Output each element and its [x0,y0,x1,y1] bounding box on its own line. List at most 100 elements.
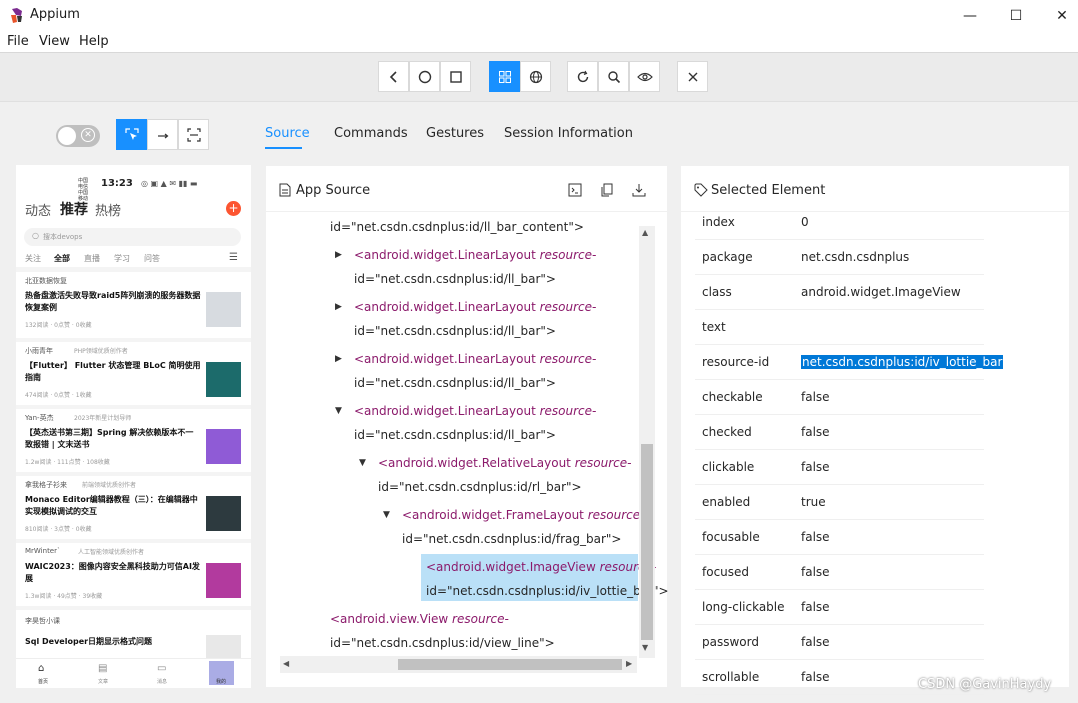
back-button[interactable] [378,61,409,92]
xml-attr-value: id="net.csdn.csdnplus:id/ll_bar"> [354,428,556,442]
feed-author: 小雨青年 [25,347,53,355]
refresh-icon [577,70,588,82]
feed-thumbnail [206,362,241,397]
xml-attr-value: id="net.csdn.csdnplus:id/iv_lottie_bar"> [426,584,669,598]
source-node-line[interactable]: id="net.csdn.csdnplus:id/ll_bar"> [354,324,556,338]
xml-tag: <android.view.View [330,612,449,626]
terminal-icon[interactable] [568,183,582,197]
maximize-button[interactable]: ☐ [993,0,1039,32]
source-node-line[interactable]: <android.view.View resource- [330,612,509,626]
tab-gestures[interactable]: Gestures [426,126,484,141]
source-node-line[interactable]: id="net.csdn.csdnplus:id/ll_bar_content"… [330,220,584,234]
attribute-value[interactable]: android.widget.ImageView [801,285,961,299]
xml-tag: <android.widget.LinearLayout [354,352,536,366]
swipe-mode-button[interactable] [147,119,178,150]
tab-source[interactable]: Source [265,126,310,141]
attribute-name: clickable [702,460,755,474]
scroll-left-icon[interactable]: ◀ [283,659,289,668]
feed-meta: 1.3w阅读 · 49点赞 · 39收藏 [25,593,103,600]
attribute-value[interactable]: net.csdn.csdnplus [801,250,909,264]
scroll-up-icon[interactable]: ▲ [642,228,648,237]
source-node-line[interactable]: <android.widget.LinearLayout resource- [354,352,596,366]
native-app-mode-button[interactable] [489,61,520,92]
select-elements-button[interactable] [116,119,147,150]
xml-tag: <android.widget.LinearLayout [354,300,536,314]
feed-thumbnail [206,563,241,598]
app-switch-button[interactable] [440,61,471,92]
attribute-row: long-clickable false [695,590,984,625]
attribute-row: resource-id net.csdn.csdnplus:id/iv_lotti… [695,345,1004,380]
attribute-row: index 0 [695,205,984,240]
xml-attr-value: id="net.csdn.csdnplus:id/ll_bar"> [354,324,556,338]
horizontal-scroll-thumb[interactable] [398,659,622,670]
download-icon[interactable] [632,183,646,197]
home-button[interactable] [409,61,440,92]
xml-attr: resource- [583,508,645,522]
source-node-line[interactable]: id="net.csdn.csdnplus:id/rl_bar"> [378,480,582,494]
plus-icon: + [226,201,241,216]
copy-icon[interactable] [600,183,614,197]
quit-session-button[interactable] [677,61,708,92]
minimize-button[interactable]: — [947,0,993,32]
search-button[interactable] [598,61,629,92]
source-node-line[interactable]: id="net.csdn.csdnplus:id/ll_bar"> [354,272,556,286]
feed-meta: 1.2w阅读 · 111点赞 · 108收藏 [25,459,110,466]
source-node-line[interactable]: <android.widget.RelativeLayout resource- [378,456,631,470]
scroll-down-icon[interactable]: ▼ [642,643,648,652]
source-node-line[interactable]: id="net.csdn.csdnplus:id/ll_bar"> [354,428,556,442]
file-icon [279,183,291,197]
menu-file[interactable]: File [7,34,29,49]
nav-label: 我的 [216,679,227,685]
tap-mode-button[interactable] [178,119,209,150]
source-node-selected[interactable]: <android.widget.ImageView resource- [426,560,656,574]
source-node-line[interactable]: <android.widget.LinearLayout resource- [354,404,596,418]
attribute-value[interactable]: false [801,600,830,614]
caret-right-icon[interactable]: ▶ [335,302,342,312]
app-source-panel [266,166,667,687]
source-node-line[interactable]: <android.widget.LinearLayout resource- [354,300,596,314]
attribute-value[interactable]: 0 [801,215,809,229]
menu-view[interactable]: View [39,34,70,49]
attribute-name: checked [702,425,752,439]
xml-attr-value: id="net.csdn.csdnplus:id/ll_bar"> [354,376,556,390]
attribute-value[interactable]: false [801,635,830,649]
caret-right-icon[interactable]: ▶ [335,250,342,260]
attribute-value[interactable]: false [801,670,830,684]
circle-icon [418,70,431,83]
window-title: Appium [30,7,80,22]
source-node-line[interactable]: id="net.csdn.csdnplus:id/view_line"> [330,636,555,650]
menu-help[interactable]: Help [79,34,109,49]
toggle-attributes-button[interactable] [629,61,660,92]
source-node-line[interactable]: <android.widget.LinearLayout resource- [354,248,596,262]
device-screenshot[interactable]: 中国电信 中国移动 13:23 ◎ ▣ ▲ ✉ ▮▮ ▬ 动态 推荐 热榜 + … [16,165,251,688]
attribute-value[interactable]: false [801,565,830,579]
source-node-line[interactable]: <android.widget.FrameLayout resource- [402,508,644,522]
attribute-value[interactable]: false [801,425,830,439]
attribute-row: focused false [695,555,984,590]
attribute-value[interactable]: net.csdn.csdnplus:id/iv_lottie_bar [801,355,1004,369]
source-node-line[interactable]: id="net.csdn.csdnplus:id/frag_bar"> [402,532,621,546]
tab-session-information[interactable]: Session Information [504,126,633,141]
feed-meta: 474阅读 · 0点赞 · 1收藏 [25,392,92,399]
feed-item: 北亚数据恢复 热备盘激活失败导致raid5阵列崩溃的服务器数据恢复案例 132阅… [16,272,251,338]
attribute-value[interactable]: false [801,460,830,474]
attribute-row: class android.widget.ImageView [695,275,984,310]
tab-commands[interactable]: Commands [334,126,408,141]
caret-down-icon[interactable]: ▼ [335,406,342,416]
caret-down-icon[interactable]: ▼ [383,510,390,520]
source-node-selected[interactable]: id="net.csdn.csdnplus:id/iv_lottie_bar"> [426,584,669,598]
source-node-line[interactable]: id="net.csdn.csdnplus:id/ll_bar"> [354,376,556,390]
attribute-value[interactable]: false [801,530,830,544]
attribute-value[interactable]: false [801,390,830,404]
refresh-button[interactable] [567,61,598,92]
web-mode-button[interactable] [520,61,551,92]
xml-attr-value: id="net.csdn.csdnplus:id/rl_bar"> [378,480,582,494]
attribute-name: text [702,320,726,334]
close-button[interactable]: ✕ [1039,0,1078,32]
eye-icon [636,72,653,81]
vertical-scroll-thumb[interactable] [641,444,653,640]
scroll-right-icon[interactable]: ▶ [626,659,632,668]
caret-down-icon[interactable]: ▼ [359,458,366,468]
caret-right-icon[interactable]: ▶ [335,354,342,364]
attribute-value[interactable]: true [801,495,826,509]
